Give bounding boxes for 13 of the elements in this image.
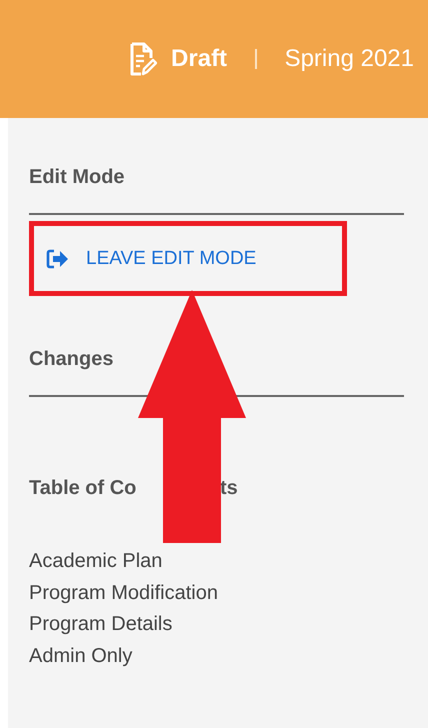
section-heading: Edit Mode xyxy=(29,165,126,189)
section-heading: Changes xyxy=(29,347,114,371)
exit-icon xyxy=(46,248,70,268)
status-label: Draft xyxy=(171,45,228,73)
term-label: Spring 2021 xyxy=(284,45,414,73)
contents-link[interactable]: Admin Only xyxy=(29,640,132,672)
contents-link[interactable]: Program Modification xyxy=(29,578,218,609)
document-pencil-icon xyxy=(129,42,158,76)
section-heading: Table of Co xyxy=(29,476,138,500)
contents-link[interactable]: Academic Plan xyxy=(29,546,162,578)
leave-edit-mode-button[interactable]: LEAVE EDIT MODE xyxy=(34,248,256,270)
section-heading: ts xyxy=(220,476,238,500)
contents-link[interactable]: Program Details xyxy=(29,609,172,640)
